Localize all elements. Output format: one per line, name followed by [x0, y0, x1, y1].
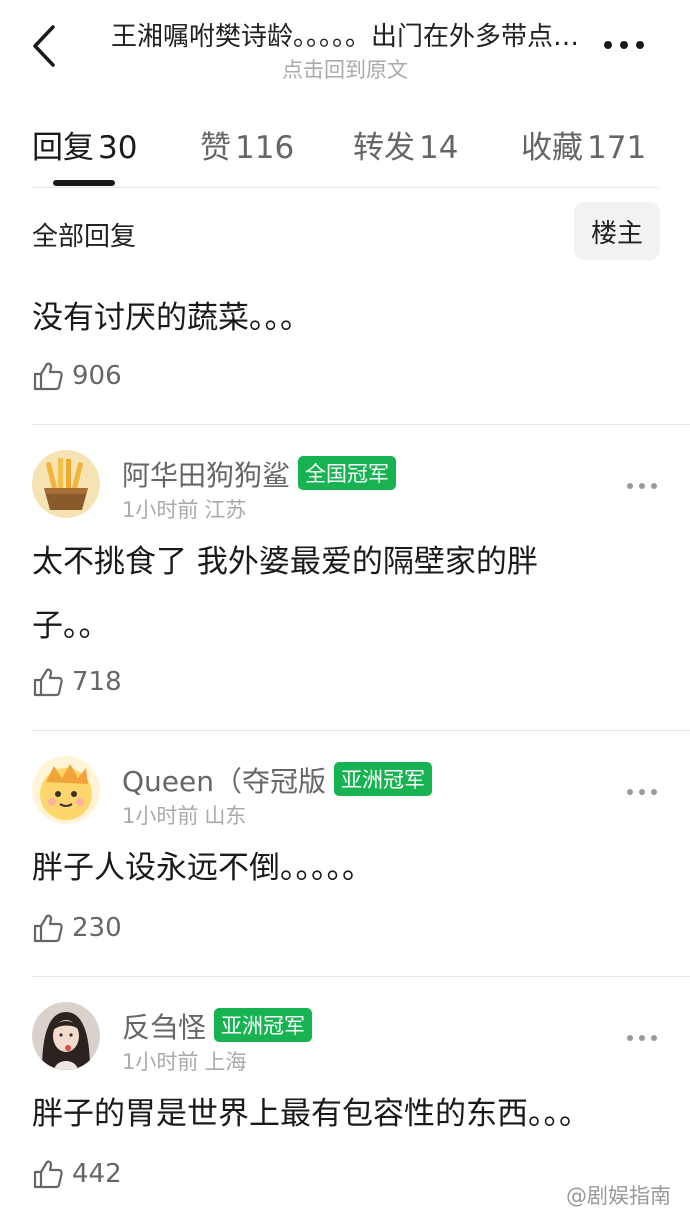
location: 江苏 [204, 498, 247, 522]
tab-count: 14 [419, 130, 459, 166]
comment-text-continued: 子。。 [32, 608, 110, 644]
tab-count: 30 [98, 130, 138, 166]
like-count: 718 [72, 667, 122, 697]
avatar[interactable] [32, 756, 100, 824]
tab-count: 116 [235, 130, 295, 166]
username[interactable]: Queen（夺冠版 亚洲冠军 [122, 760, 432, 800]
avatar[interactable] [32, 1002, 100, 1070]
like-button[interactable]: 718 [32, 662, 122, 702]
divider [32, 976, 690, 977]
comment-text: 没有讨厌的蔬菜。。。 [32, 300, 311, 336]
tab-label: 转发 [353, 130, 415, 166]
back-to-original-link[interactable]: 点击回到原文 [100, 54, 590, 84]
like-button[interactable]: 442 [32, 1154, 122, 1194]
comment-text: 胖子人设永远不倒。。。。。 [32, 850, 373, 886]
champion-badge: 全国冠军 [298, 456, 397, 490]
op-only-button[interactable]: 楼主 [574, 202, 660, 260]
tab-label: 赞 [200, 130, 231, 166]
comment-more-button[interactable] [624, 1026, 660, 1050]
more-horizontal-icon [627, 483, 657, 489]
top-bar: 王湘嘱咐樊诗龄。。。。。出门在外多带点… 点击回到原文 [0, 0, 690, 96]
tab-favorites[interactable]: 收藏 171 [521, 122, 646, 167]
divider [32, 424, 690, 425]
all-replies-label: 全部回复 [32, 222, 137, 252]
champion-badge: 亚洲冠军 [214, 1008, 313, 1042]
portrait-avatar-image [32, 1002, 100, 1070]
username[interactable]: 阿华田狗狗鲨 全国冠军 [122, 454, 397, 494]
tab-bar: 回复 30 赞 116 转发 14 收藏 171 [32, 112, 658, 188]
more-horizontal-icon [627, 789, 657, 795]
tab-likes[interactable]: 赞 116 [200, 122, 294, 167]
comment-more-button[interactable] [624, 780, 660, 804]
like-count: 230 [72, 913, 122, 943]
username-text: Queen（夺冠版 [122, 765, 326, 798]
comment-text: 太不挑食了 我外婆最爱的隔壁家的胖 [32, 544, 538, 580]
thumbs-up-icon [33, 362, 63, 391]
thumbs-up-icon [33, 914, 63, 943]
tab-count: 171 [587, 130, 647, 166]
watermark: @剧娱指南 [566, 1184, 671, 1208]
chevron-left-icon [33, 25, 55, 67]
tab-label: 回复 [32, 130, 94, 166]
comment-more-button[interactable] [624, 474, 660, 498]
like-count: 442 [72, 1159, 122, 1189]
fries-avatar-image [32, 450, 100, 518]
active-tab-indicator [53, 180, 115, 186]
replies-filter-bar: 全部回复 楼主 [32, 200, 660, 262]
more-options-button[interactable] [600, 30, 648, 60]
avatar[interactable] [32, 450, 100, 518]
username[interactable]: 反刍怪 亚洲冠军 [122, 1006, 313, 1046]
divider [32, 730, 690, 731]
like-button[interactable]: 906 [32, 356, 122, 396]
username-text: 反刍怪 [122, 1011, 207, 1044]
thumbs-up-icon [33, 1160, 63, 1189]
comment-text: 胖子的胃是世界上最有包容性的东西。。。 [32, 1096, 590, 1132]
thumbs-up-icon [33, 668, 63, 697]
cartoon-avatar-image [32, 756, 100, 824]
tab-reposts[interactable]: 转发 14 [353, 122, 458, 167]
tab-label: 收藏 [521, 130, 583, 166]
back-button[interactable] [26, 22, 62, 70]
like-count: 906 [72, 361, 122, 391]
tab-replies[interactable]: 回复 30 [32, 122, 137, 167]
post-title: 王湘嘱咐樊诗龄。。。。。出门在外多带点… [110, 22, 579, 52]
like-button[interactable]: 230 [32, 908, 122, 948]
location: 山东 [204, 804, 247, 828]
location: 上海 [204, 1050, 247, 1074]
more-horizontal-icon [627, 1035, 657, 1041]
more-horizontal-icon [604, 41, 644, 49]
timestamp: 1小时前 [122, 1050, 199, 1074]
comment-meta: 1小时前 江苏 [122, 494, 246, 524]
champion-badge: 亚洲冠军 [334, 762, 432, 796]
username-text: 阿华田狗狗鲨 [122, 459, 291, 492]
comment-meta: 1小时前 山东 [122, 800, 246, 830]
timestamp: 1小时前 [122, 804, 199, 828]
timestamp: 1小时前 [122, 498, 199, 522]
comment-meta: 1小时前 上海 [122, 1046, 246, 1076]
